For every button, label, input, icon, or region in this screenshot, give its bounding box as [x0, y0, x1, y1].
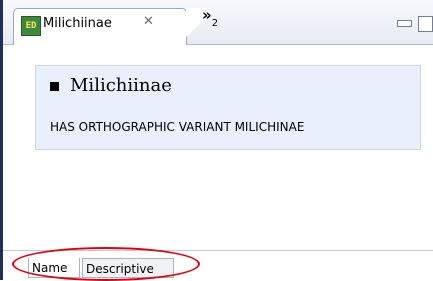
overflow-count: 2 — [211, 18, 219, 29]
ed-icon: ED — [21, 16, 41, 36]
editor-window: ED Milichiinae ✕ »2 Milichiinae HAS ORTH… — [0, 0, 433, 281]
minimize-icon[interactable] — [397, 20, 412, 27]
editor-content: Milichiinae HAS ORTHOGRAPHIC VARIANT MIL… — [3, 45, 433, 250]
name-card[interactable]: Milichiinae HAS ORTHOGRAPHIC VARIANT MIL… — [35, 65, 421, 150]
chevron-right-icon: » — [202, 6, 212, 24]
maximize-icon[interactable] — [418, 16, 433, 32]
highlight-annotation — [12, 247, 200, 281]
tab-title: Milichiinae — [43, 16, 112, 31]
square-bullet-icon — [50, 82, 59, 91]
taxon-name[interactable]: Milichiinae — [70, 75, 172, 96]
close-icon[interactable]: ✕ — [143, 14, 154, 29]
editor-tab-strip: ED Milichiinae ✕ »2 — [3, 0, 433, 45]
tab-overflow-button[interactable]: »2 — [202, 6, 219, 29]
orthographic-variant-relation[interactable]: HAS ORTHOGRAPHIC VARIANT MILICHINAE — [50, 120, 304, 134]
